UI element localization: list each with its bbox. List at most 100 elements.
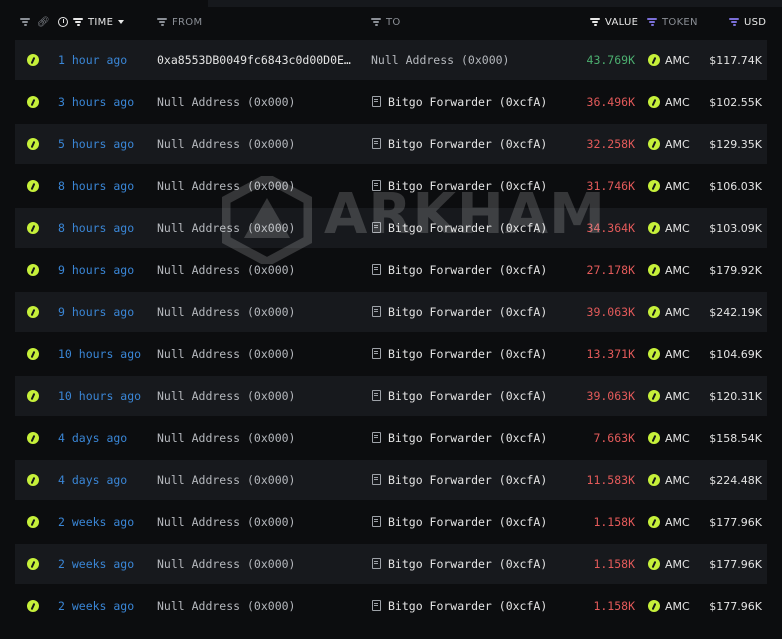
to-address[interactable]: Bitgo Forwarder (0xcfA): [372, 431, 547, 445]
time-link[interactable]: 10 hours ago: [58, 389, 141, 403]
table-row[interactable]: 5 hours ago Null Address (0x000) Bitgo For…: [15, 124, 767, 164]
time-link[interactable]: 5 hours ago: [58, 137, 134, 151]
token-cell[interactable]: AMC: [648, 348, 690, 361]
from-address[interactable]: Null Address (0x000): [157, 389, 295, 403]
table-row[interactable]: 4 days ago Null Address (0x000) Bitgo Forw…: [15, 460, 767, 500]
sort-down-icon[interactable]: [118, 20, 125, 24]
link-icon[interactable]: 🔗︎: [37, 17, 50, 28]
time-link[interactable]: 3 hours ago: [58, 95, 134, 109]
value-amount: 11.583K: [586, 473, 635, 487]
from-address[interactable]: Null Address (0x000): [157, 137, 295, 151]
time-link[interactable]: 4 days ago: [58, 431, 127, 445]
from-filter-icon[interactable]: [157, 18, 167, 26]
to-address[interactable]: Bitgo Forwarder (0xcfA): [372, 347, 547, 361]
row-filter-control[interactable]: 🔗︎: [20, 8, 50, 36]
table-row[interactable]: 4 days ago Null Address (0x000) Bitgo Forw…: [15, 418, 767, 458]
token-cell[interactable]: AMC: [648, 516, 690, 529]
from-address[interactable]: 0xa8553DB0049fc6843c0d00D0E…: [157, 53, 351, 67]
token-cell[interactable]: AMC: [648, 180, 690, 193]
to-address[interactable]: Bitgo Forwarder (0xcfA): [372, 221, 547, 235]
table-row[interactable]: 10 hours ago Null Address (0x000) Bitgo Fo…: [15, 376, 767, 416]
time-link[interactable]: 4 days ago: [58, 473, 127, 487]
time-link[interactable]: 2 weeks ago: [58, 599, 134, 613]
time-link[interactable]: 2 weeks ago: [58, 515, 134, 529]
token-cell[interactable]: AMC: [648, 138, 690, 151]
token-icon: [27, 222, 39, 234]
time-link[interactable]: 2 weeks ago: [58, 557, 134, 571]
to-address-label: Bitgo Forwarder (0xcfA): [388, 347, 548, 361]
to-address[interactable]: Null Address (0x000): [371, 53, 509, 67]
from-address[interactable]: Null Address (0x000): [157, 347, 295, 361]
document-icon: [372, 264, 381, 275]
table-row[interactable]: 2 weeks ago Null Address (0x000) Bitgo For…: [15, 586, 767, 626]
token-cell[interactable]: AMC: [648, 306, 690, 319]
token-cell[interactable]: AMC: [648, 54, 690, 67]
to-address[interactable]: Bitgo Forwarder (0xcfA): [372, 599, 547, 613]
from-address[interactable]: Null Address (0x000): [157, 557, 295, 571]
table-row[interactable]: 2 weeks ago Null Address (0x000) Bitgo For…: [15, 544, 767, 584]
column-header-from[interactable]: FROM: [157, 8, 202, 36]
to-address[interactable]: Bitgo Forwarder (0xcfA): [372, 515, 547, 529]
clock-icon: [58, 17, 68, 27]
from-address[interactable]: Null Address (0x000): [157, 95, 295, 109]
from-address[interactable]: Null Address (0x000): [157, 515, 295, 529]
from-address[interactable]: Null Address (0x000): [157, 305, 295, 319]
token-cell[interactable]: AMC: [648, 222, 690, 235]
to-address[interactable]: Bitgo Forwarder (0xcfA): [372, 389, 547, 403]
token-symbol: AMC: [665, 473, 690, 487]
column-header-token[interactable]: TOKEN: [647, 8, 698, 36]
time-link[interactable]: 1 hour ago: [58, 53, 127, 67]
time-link[interactable]: 9 hours ago: [58, 305, 134, 319]
token-cell[interactable]: AMC: [648, 474, 690, 487]
usd-amount: $224.48K: [709, 473, 762, 487]
column-header-usd[interactable]: USD: [729, 8, 766, 36]
time-link[interactable]: 10 hours ago: [58, 347, 141, 361]
time-filter-icon[interactable]: [73, 18, 83, 26]
from-address[interactable]: Null Address (0x000): [157, 431, 295, 445]
to-filter-icon[interactable]: [371, 18, 381, 26]
to-address[interactable]: Bitgo Forwarder (0xcfA): [372, 179, 547, 193]
from-address[interactable]: Null Address (0x000): [157, 221, 295, 235]
to-address[interactable]: Bitgo Forwarder (0xcfA): [372, 95, 547, 109]
column-header-to[interactable]: TO: [371, 8, 401, 36]
column-header-time[interactable]: TIME: [58, 8, 125, 36]
token-header-label: TOKEN: [662, 16, 698, 28]
time-link[interactable]: 9 hours ago: [58, 263, 134, 277]
from-address[interactable]: Null Address (0x000): [157, 599, 295, 613]
document-icon: [372, 600, 381, 611]
time-link[interactable]: 8 hours ago: [58, 179, 134, 193]
document-icon: [372, 348, 381, 359]
token-cell[interactable]: AMC: [648, 600, 690, 613]
token-cell[interactable]: AMC: [648, 264, 690, 277]
token-symbol: AMC: [665, 347, 690, 361]
from-address[interactable]: Null Address (0x000): [157, 263, 295, 277]
usd-filter-icon[interactable]: [729, 18, 739, 26]
table-row[interactable]: 2 weeks ago Null Address (0x000) Bitgo For…: [15, 502, 767, 542]
value-amount: 1.158K: [593, 515, 635, 529]
amc-token-icon: [648, 432, 660, 444]
value-amount: 39.063K: [586, 389, 635, 403]
value-filter-icon[interactable]: [590, 18, 600, 26]
to-address[interactable]: Bitgo Forwarder (0xcfA): [372, 305, 547, 319]
from-address[interactable]: Null Address (0x000): [157, 473, 295, 487]
to-address[interactable]: Bitgo Forwarder (0xcfA): [372, 557, 547, 571]
time-link[interactable]: 8 hours ago: [58, 221, 134, 235]
to-address[interactable]: Bitgo Forwarder (0xcfA): [372, 473, 547, 487]
token-cell[interactable]: AMC: [648, 96, 690, 109]
filter-icon[interactable]: [20, 18, 30, 26]
token-cell[interactable]: AMC: [648, 558, 690, 571]
table-row[interactable]: 9 hours ago Null Address (0x000) Bitgo For…: [15, 250, 767, 290]
table-row[interactable]: 8 hours ago Null Address (0x000) Bitgo For…: [15, 166, 767, 206]
table-row[interactable]: 3 hours ago Null Address (0x000) Bitgo For…: [15, 82, 767, 122]
table-row[interactable]: 1 hour ago 0xa8553DB0049fc6843c0d00D0E… Nu…: [15, 40, 767, 80]
token-cell[interactable]: AMC: [648, 432, 690, 445]
table-row[interactable]: 10 hours ago Null Address (0x000) Bitgo Fo…: [15, 334, 767, 374]
table-row[interactable]: 8 hours ago Null Address (0x000) Bitgo For…: [15, 208, 767, 248]
to-address[interactable]: Bitgo Forwarder (0xcfA): [372, 137, 547, 151]
table-row[interactable]: 9 hours ago Null Address (0x000) Bitgo For…: [15, 292, 767, 332]
to-address[interactable]: Bitgo Forwarder (0xcfA): [372, 263, 547, 277]
token-filter-icon[interactable]: [647, 18, 657, 26]
token-cell[interactable]: AMC: [648, 390, 690, 403]
column-header-value[interactable]: VALUE: [590, 8, 638, 36]
from-address[interactable]: Null Address (0x000): [157, 179, 295, 193]
